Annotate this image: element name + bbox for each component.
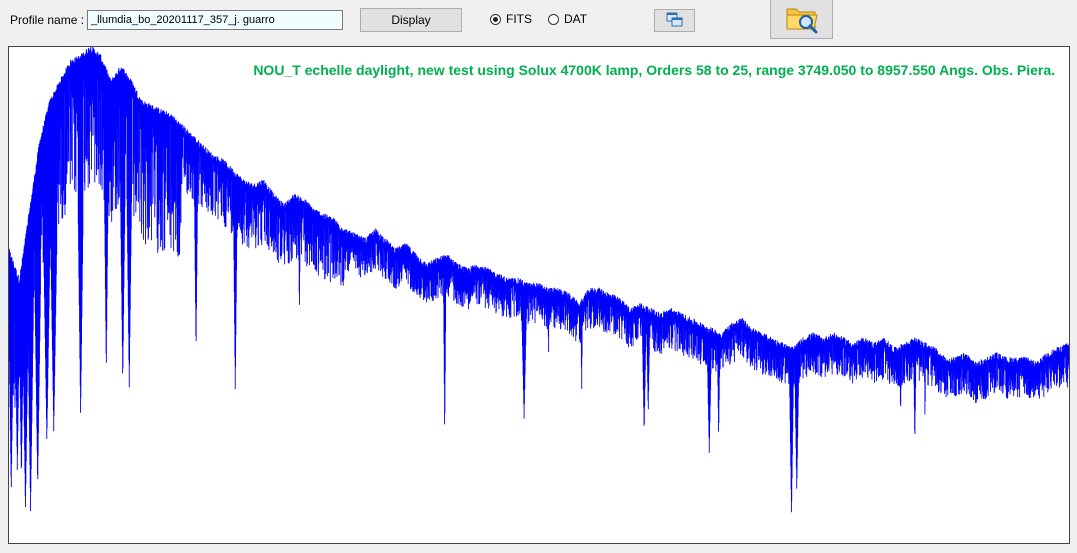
spectrum-chart: [9, 47, 1069, 513]
fits-radio-label: FITS: [506, 12, 532, 26]
fits-radio-dot[interactable]: [490, 13, 501, 25]
open-folder-button[interactable]: [770, 0, 833, 39]
dat-radio-dot[interactable]: [548, 13, 559, 25]
folder-search-icon: [786, 8, 818, 33]
spectrum-series-line: [9, 47, 1069, 513]
chart-title: NOU_T echelle daylight, new test using S…: [253, 62, 1055, 78]
spectrum-plot: NOU_T echelle daylight, new test using S…: [8, 46, 1070, 544]
copy-button[interactable]: [654, 9, 695, 32]
profile-name-label: Profile name :: [10, 13, 85, 27]
fits-radio[interactable]: FITS: [490, 12, 532, 26]
toolbar: Profile name : Display FITS DAT: [0, 0, 1077, 44]
profile-name-input[interactable]: [87, 10, 343, 30]
display-button[interactable]: Display: [360, 8, 462, 32]
dat-radio-label: DAT: [564, 12, 588, 26]
dat-radio[interactable]: DAT: [548, 12, 587, 26]
copy-window-icon: [666, 12, 682, 26]
plot-edge: [1070, 46, 1077, 544]
